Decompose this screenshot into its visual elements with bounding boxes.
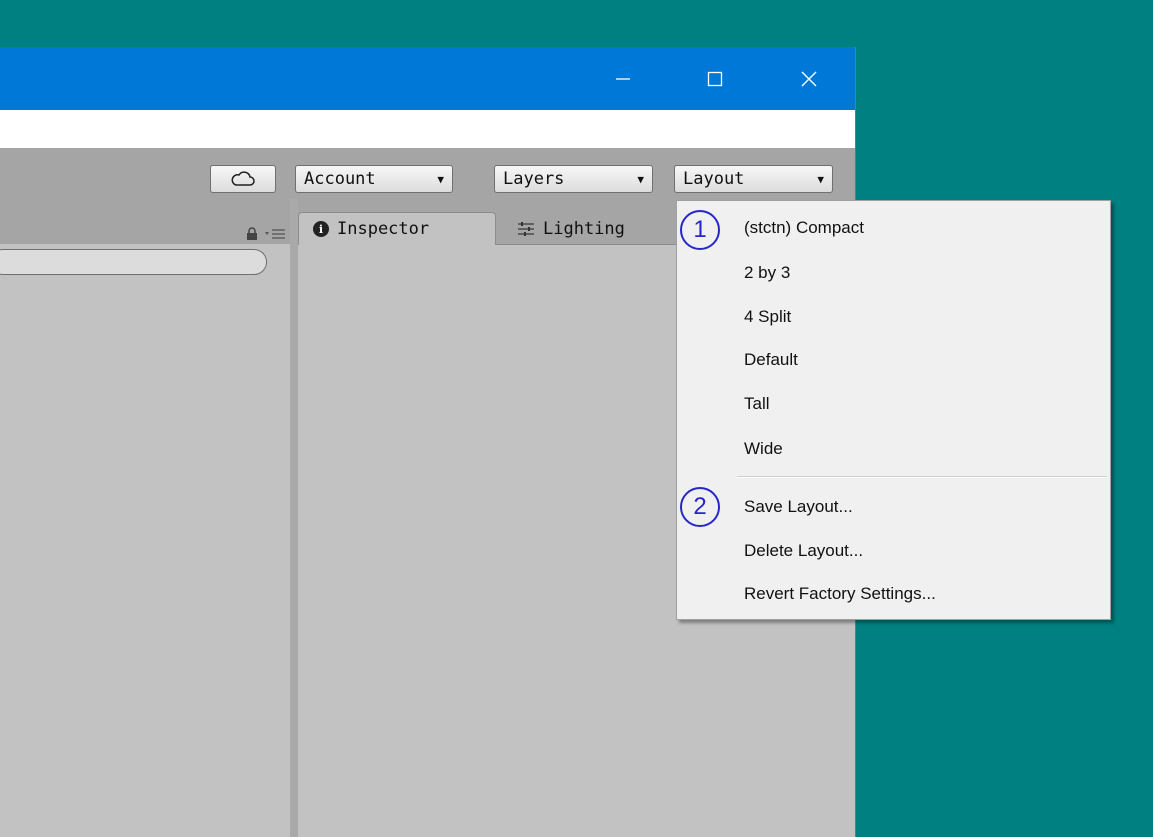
menu-item-revert-factory-settings[interactable]: Revert Factory Settings... [677, 574, 1110, 614]
tab-lighting[interactable]: Lighting [503, 212, 653, 245]
annotation-marker-1: 1 [680, 210, 720, 250]
maximize-icon [707, 71, 723, 86]
hierarchy-panel [0, 199, 298, 837]
cloud-button[interactable] [210, 165, 276, 193]
menu-item-tall[interactable]: Tall [677, 384, 1110, 424]
close-icon [801, 71, 817, 86]
tab-inspector-label: Inspector [337, 219, 430, 239]
layout-label: Layout [683, 169, 745, 189]
minimize-icon [616, 77, 630, 80]
annotation-marker-2: 2 [680, 487, 720, 527]
lighting-icon [518, 221, 534, 236]
lock-icon[interactable] [246, 227, 258, 241]
minimize-button[interactable] [592, 47, 654, 110]
dropdown-arrow-icon: ▼ [637, 172, 644, 186]
panel-menu-icon[interactable] [264, 228, 286, 240]
panel-controls [246, 227, 286, 241]
menu-item-compact[interactable]: (stctn) Compact [677, 208, 1110, 248]
dropdown-arrow-icon: ▼ [817, 172, 824, 186]
menu-separator [737, 476, 1107, 478]
layers-dropdown[interactable]: Layers ▼ [494, 165, 653, 193]
layout-menu: (stctn) Compact 2 by 3 4 Split Default T… [676, 200, 1111, 620]
maximize-button[interactable] [684, 47, 746, 110]
menu-item-delete-layout[interactable]: Delete Layout... [677, 531, 1110, 571]
info-icon: i [313, 221, 329, 237]
menu-item-wide[interactable]: Wide [677, 429, 1110, 469]
tab-lighting-label: Lighting [543, 218, 625, 239]
menu-item-2-by-3[interactable]: 2 by 3 [677, 253, 1110, 293]
toolbar: Account ▼ Layers ▼ Layout ▼ [0, 148, 855, 199]
menu-item-default[interactable]: Default [677, 340, 1110, 380]
menu-bar [0, 110, 855, 148]
tab-inspector[interactable]: i Inspector [298, 212, 496, 245]
dropdown-arrow-icon: ▼ [437, 172, 444, 186]
cloud-icon [231, 171, 255, 186]
layout-dropdown[interactable]: Layout ▼ [674, 165, 833, 193]
menu-item-save-layout[interactable]: Save Layout... [677, 487, 1110, 527]
menu-item-4-split[interactable]: 4 Split [677, 297, 1110, 337]
account-dropdown[interactable]: Account ▼ [295, 165, 453, 193]
close-button[interactable] [778, 47, 840, 110]
panel-header [0, 199, 290, 244]
title-bar [0, 47, 855, 110]
layers-label: Layers [503, 169, 565, 189]
account-label: Account [304, 169, 376, 189]
search-input[interactable] [0, 249, 267, 275]
